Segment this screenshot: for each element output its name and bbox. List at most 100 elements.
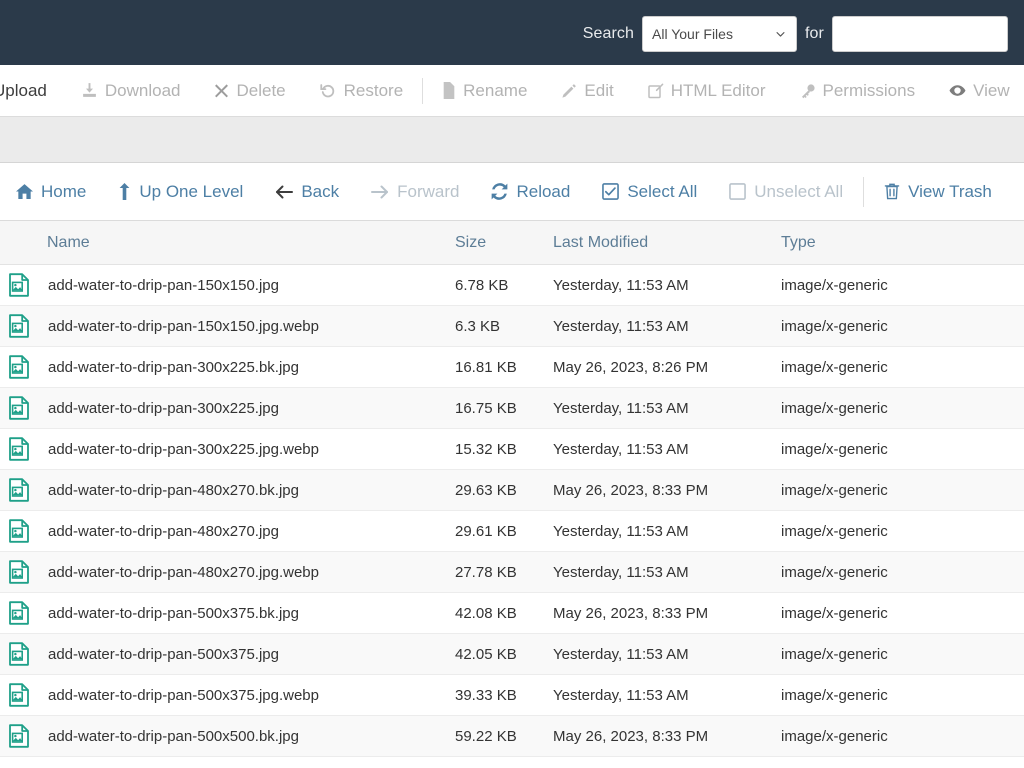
table-row[interactable]: add-water-to-drip-pan-150x150.jpg.webp 6… [0, 306, 1024, 347]
delete-button[interactable]: Delete [197, 65, 302, 117]
table-row[interactable]: add-water-to-drip-pan-300x225.jpg.webp 1… [0, 429, 1024, 470]
view-trash-label: View Trash [908, 182, 992, 202]
image-file-icon [8, 642, 30, 666]
home-button[interactable]: Home [0, 182, 102, 202]
file-size-cell: 16.81 KB [455, 359, 553, 376]
file-modified-cell: Yesterday, 11:53 AM [553, 564, 781, 581]
reload-button[interactable]: Reload [475, 182, 586, 202]
select-all-button[interactable]: Select All [586, 182, 713, 202]
image-file-icon [8, 355, 30, 379]
file-type-cell: image/x-generic [781, 564, 981, 581]
image-file-icon [8, 519, 30, 543]
empty-trash-button[interactable]: Empty Tra [1008, 182, 1024, 202]
html-editor-button[interactable]: HTML Editor [631, 65, 783, 117]
column-header-size[interactable]: Size [455, 234, 553, 252]
file-name-label[interactable]: add-water-to-drip-pan-300x225.jpg.webp [30, 441, 319, 458]
table-row[interactable]: add-water-to-drip-pan-300x225.jpg 16.75 … [0, 388, 1024, 429]
file-type-cell: image/x-generic [781, 400, 981, 417]
file-action-toolbar: Upload Download Delete Restore Rename Ed… [0, 65, 1024, 117]
top-header-bar: Search All Your Files for [0, 0, 1024, 65]
file-name-cell: add-water-to-drip-pan-480x270.jpg.webp [0, 560, 455, 584]
search-label: Search [583, 25, 634, 43]
file-size-cell: 15.32 KB [455, 441, 553, 458]
download-label: Download [105, 65, 181, 117]
file-name-cell: add-water-to-drip-pan-500x375.jpg [0, 642, 455, 666]
chevron-down-icon [775, 28, 786, 39]
file-icon [442, 82, 456, 99]
rename-button[interactable]: Rename [425, 65, 544, 117]
table-row[interactable]: add-water-to-drip-pan-500x375.bk.jpg 42.… [0, 593, 1024, 634]
checked-box-icon [602, 183, 619, 200]
file-name-label[interactable]: add-water-to-drip-pan-480x270.jpg [30, 523, 279, 540]
file-name-label[interactable]: add-water-to-drip-pan-500x375.bk.jpg [30, 605, 299, 622]
file-table-header: Name Size Last Modified Type [0, 221, 1024, 265]
table-row[interactable]: add-water-to-drip-pan-500x375.jpg 42.05 … [0, 634, 1024, 675]
file-modified-cell: Yesterday, 11:53 AM [553, 441, 781, 458]
file-name-label[interactable]: add-water-to-drip-pan-300x225.bk.jpg [30, 359, 299, 376]
file-modified-cell: Yesterday, 11:53 AM [553, 400, 781, 417]
x-icon [214, 83, 229, 98]
back-label: Back [301, 182, 339, 202]
file-name-cell: add-water-to-drip-pan-480x270.jpg [0, 519, 455, 543]
image-file-icon [8, 724, 30, 748]
search-input[interactable] [832, 16, 1008, 52]
key-icon [800, 83, 816, 99]
file-size-cell: 6.78 KB [455, 277, 553, 294]
up-one-level-button[interactable]: Up One Level [102, 182, 259, 202]
arrow-left-icon [275, 184, 293, 200]
table-row[interactable]: add-water-to-drip-pan-480x270.jpg.webp 2… [0, 552, 1024, 593]
image-file-icon [8, 560, 30, 584]
download-button[interactable]: Download [64, 65, 198, 117]
file-modified-cell: May 26, 2023, 8:33 PM [553, 605, 781, 622]
table-row[interactable]: add-water-to-drip-pan-150x150.jpg 6.78 K… [0, 265, 1024, 306]
file-name-label[interactable]: add-water-to-drip-pan-500x375.jpg [30, 646, 279, 663]
table-row[interactable]: add-water-to-drip-pan-500x375.jpg.webp 3… [0, 675, 1024, 716]
download-icon [81, 82, 98, 99]
table-row[interactable]: add-water-to-drip-pan-480x270.bk.jpg 29.… [0, 470, 1024, 511]
restore-label: Restore [344, 65, 404, 117]
search-scope-select[interactable]: All Your Files [642, 16, 797, 52]
html-editor-label: HTML Editor [671, 65, 766, 117]
file-name-cell: add-water-to-drip-pan-300x225.jpg [0, 396, 455, 420]
column-header-type[interactable]: Type [781, 234, 981, 252]
view-label: View [973, 65, 1010, 117]
upload-button[interactable]: Upload [0, 65, 64, 117]
file-name-label[interactable]: add-water-to-drip-pan-500x500.bk.jpg [30, 728, 299, 745]
view-button[interactable]: View [932, 65, 1024, 117]
image-file-icon [8, 437, 30, 461]
image-file-icon [8, 314, 30, 338]
column-header-last-modified[interactable]: Last Modified [553, 234, 781, 252]
restore-icon [320, 82, 337, 99]
edit-button[interactable]: Edit [544, 65, 630, 117]
forward-button[interactable]: Forward [355, 182, 475, 202]
unselect-all-label: Unselect All [754, 182, 843, 202]
file-name-label[interactable]: add-water-to-drip-pan-300x225.jpg [30, 400, 279, 417]
file-type-cell: image/x-generic [781, 359, 981, 376]
file-name-cell: add-water-to-drip-pan-300x225.jpg.webp [0, 437, 455, 461]
navbar-divider [863, 177, 864, 207]
file-modified-cell: Yesterday, 11:53 AM [553, 277, 781, 294]
file-modified-cell: May 26, 2023, 8:33 PM [553, 482, 781, 499]
permissions-button[interactable]: Permissions [783, 65, 933, 117]
file-name-label[interactable]: add-water-to-drip-pan-150x150.jpg [30, 277, 279, 294]
back-button[interactable]: Back [259, 182, 355, 202]
file-type-cell: image/x-generic [781, 441, 981, 458]
file-size-cell: 39.33 KB [455, 687, 553, 704]
table-row[interactable]: add-water-to-drip-pan-300x225.bk.jpg 16.… [0, 347, 1024, 388]
file-name-label[interactable]: add-water-to-drip-pan-480x270.bk.jpg [30, 482, 299, 499]
unselect-all-button[interactable]: Unselect All [713, 182, 859, 202]
table-row[interactable]: add-water-to-drip-pan-500x500.bk.jpg 59.… [0, 716, 1024, 757]
file-size-cell: 42.05 KB [455, 646, 553, 663]
file-name-label[interactable]: add-water-to-drip-pan-480x270.jpg.webp [30, 564, 319, 581]
column-header-name[interactable]: Name [0, 234, 455, 252]
file-name-label[interactable]: add-water-to-drip-pan-150x150.jpg.webp [30, 318, 319, 335]
file-name-label[interactable]: add-water-to-drip-pan-500x375.jpg.webp [30, 687, 319, 704]
toolbar-gap-strip [0, 117, 1024, 163]
file-size-cell: 6.3 KB [455, 318, 553, 335]
file-size-cell: 59.22 KB [455, 728, 553, 745]
up-one-level-label: Up One Level [139, 182, 243, 202]
table-row[interactable]: add-water-to-drip-pan-480x270.jpg 29.61 … [0, 511, 1024, 552]
view-trash-button[interactable]: View Trash [868, 182, 1008, 202]
edit-label: Edit [584, 65, 613, 117]
restore-button[interactable]: Restore [303, 65, 421, 117]
